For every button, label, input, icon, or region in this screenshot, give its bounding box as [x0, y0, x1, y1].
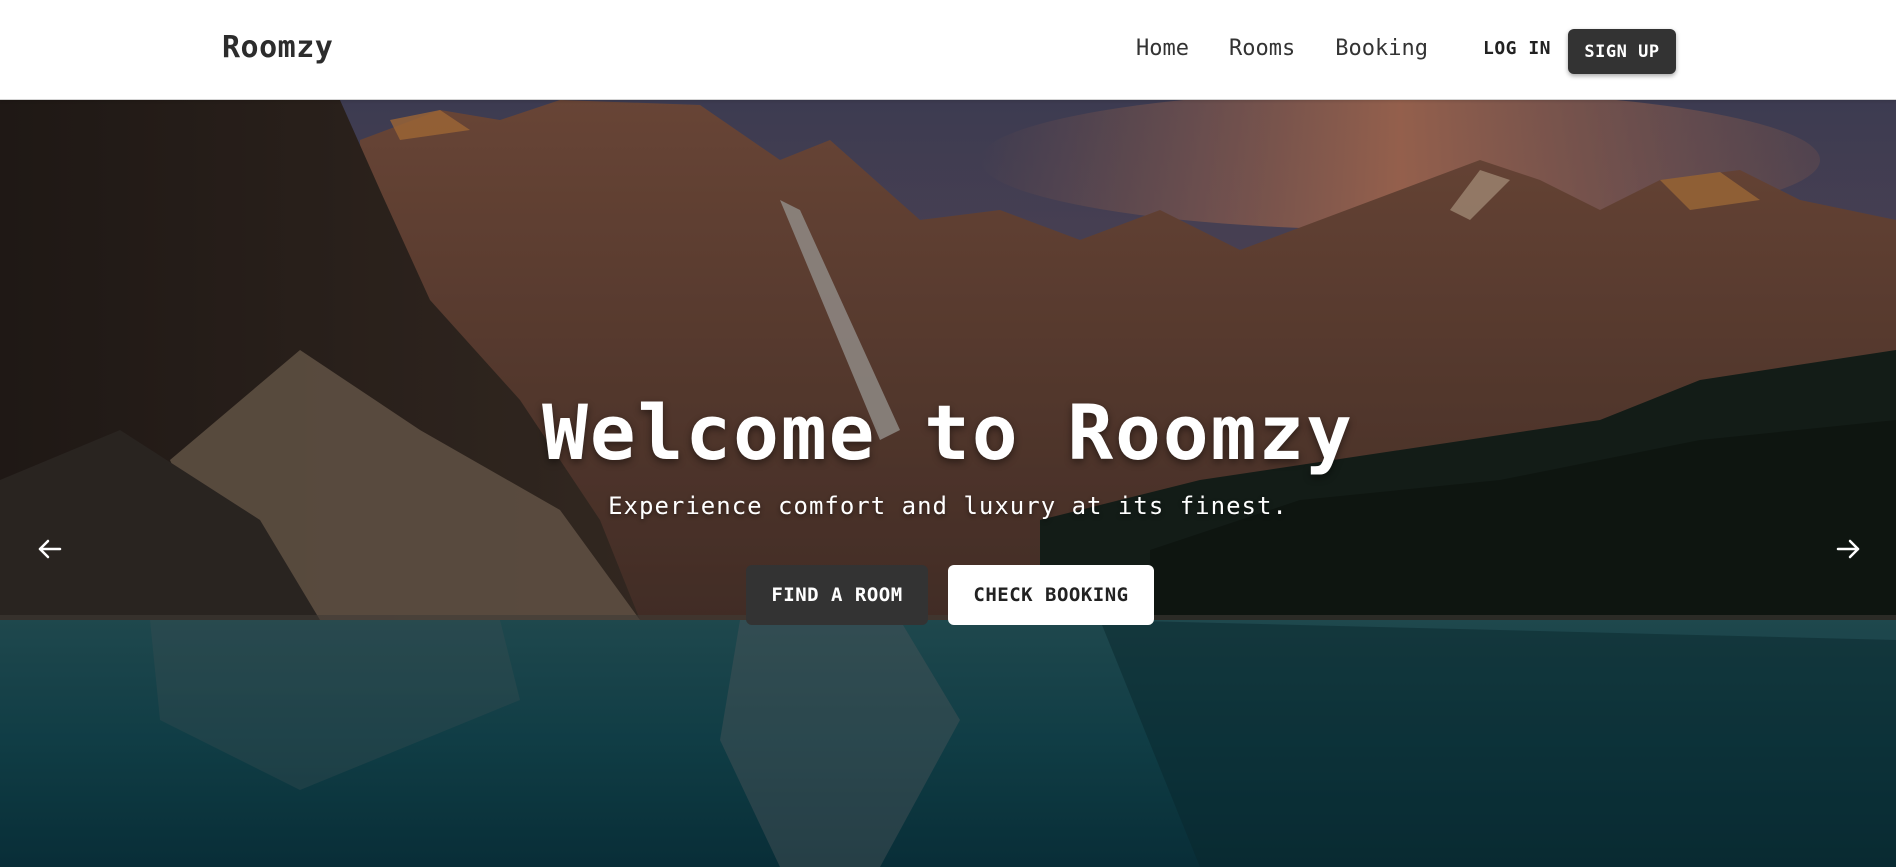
- carousel-prev-button[interactable]: [20, 520, 80, 580]
- nav-link-rooms[interactable]: Rooms: [1229, 36, 1295, 61]
- hero-overlay: [0, 100, 1896, 867]
- hero-title: Welcome to Roomzy: [542, 388, 1354, 477]
- signup-button[interactable]: SIGN UP: [1568, 29, 1676, 74]
- arrow-left-icon: [38, 539, 62, 558]
- arrow-right-icon: [1836, 539, 1860, 558]
- find-room-button[interactable]: FIND A ROOM: [746, 565, 928, 625]
- nav-link-booking[interactable]: Booking: [1335, 36, 1428, 61]
- nav-link-home[interactable]: Home: [1136, 36, 1189, 61]
- hero-carousel: Welcome to Roomzy Experience comfort and…: [0, 100, 1896, 867]
- hero-subtitle: Experience comfort and luxury at its fin…: [608, 492, 1288, 520]
- brand-logo[interactable]: Roomzy: [222, 30, 333, 65]
- carousel-next-button[interactable]: [1818, 520, 1878, 580]
- check-booking-button[interactable]: CHECK BOOKING: [948, 565, 1154, 625]
- login-link[interactable]: LOG IN: [1483, 38, 1551, 59]
- navbar: Roomzy Home Rooms Booking LOG IN SIGN UP: [0, 0, 1896, 100]
- nav-links: Home Rooms Booking: [1136, 36, 1468, 61]
